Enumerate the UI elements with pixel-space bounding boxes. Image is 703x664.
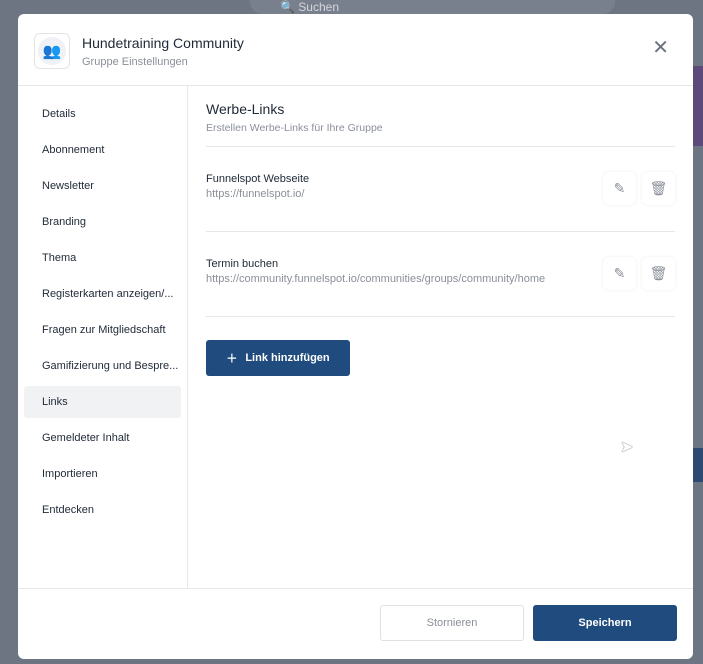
- settings-sidebar: Details Abonnement Newsletter Branding T…: [18, 86, 188, 588]
- modal-title: Hundetraining Community: [82, 35, 244, 51]
- mouse-cursor-icon: ➤: [620, 439, 634, 456]
- plus-icon: ＋: [226, 353, 238, 365]
- trash-icon[interactable]: 🗑: [642, 257, 675, 290]
- section-subtitle: Erstellen Werbe-Links für Ihre Gruppe: [206, 122, 675, 147]
- sidebar-item-links[interactable]: Links: [24, 386, 181, 418]
- link-name: Termin buchen: [206, 258, 279, 270]
- modal-subtitle: Gruppe Einstellungen: [82, 56, 188, 68]
- trash-icon[interactable]: 🗑: [642, 172, 675, 205]
- sidebar-item-newsletter[interactable]: Newsletter: [24, 170, 181, 202]
- background-search: 🔍 Suchen: [250, 0, 615, 14]
- group-avatar: 👥: [34, 33, 70, 69]
- sidebar-item-importieren[interactable]: Importieren: [24, 458, 181, 490]
- edit-icon[interactable]: ✎: [603, 172, 636, 205]
- sidebar-item-registerkarten[interactable]: Registerkarten anzeigen/...: [24, 278, 181, 310]
- close-icon[interactable]: ✕: [652, 38, 669, 58]
- save-button[interactable]: Speichern: [533, 605, 677, 641]
- background-banner: [692, 66, 703, 146]
- edit-icon[interactable]: ✎: [603, 257, 636, 290]
- sidebar-item-fragen[interactable]: Fragen zur Mitgliedschaft: [24, 314, 181, 346]
- add-link-label: Link hinzufügen: [245, 352, 330, 364]
- link-row: Funnelspot Webseite https://funnelspot.i…: [206, 147, 675, 232]
- sidebar-item-gemeldeter-inhalt[interactable]: Gemeldeter Inhalt: [24, 422, 181, 454]
- search-icon: 🔍: [280, 0, 295, 14]
- sidebar-item-details[interactable]: Details: [24, 98, 181, 130]
- link-row: Termin buchen https://community.funnelsp…: [206, 232, 675, 317]
- link-name: Funnelspot Webseite: [206, 173, 310, 185]
- links-panel: Werbe-Links Erstellen Werbe-Links für Ih…: [206, 86, 675, 376]
- link-url: https://community.funnelspot.io/communit…: [206, 273, 546, 285]
- add-link-button[interactable]: ＋ Link hinzufügen: [206, 340, 350, 376]
- sidebar-item-thema[interactable]: Thema: [24, 242, 181, 274]
- cancel-button[interactable]: Stornieren: [380, 605, 524, 641]
- section-title: Werbe-Links: [206, 101, 285, 117]
- sidebar-item-entdecken[interactable]: Entdecken: [24, 494, 181, 526]
- sidebar-item-branding[interactable]: Branding: [24, 206, 181, 238]
- group-settings-modal: 👥 Hundetraining Community Gruppe Einstel…: [18, 14, 693, 659]
- search-placeholder: Suchen: [298, 0, 339, 14]
- modal-footer: Stornieren Speichern: [18, 588, 693, 659]
- modal-header: 👥 Hundetraining Community Gruppe Einstel…: [18, 14, 693, 86]
- sidebar-item-abonnement[interactable]: Abonnement: [24, 134, 181, 166]
- group-icon: 👥: [38, 37, 66, 65]
- sidebar-item-gamifizierung[interactable]: Gamifizierung und Bespre...: [24, 350, 181, 382]
- link-url: https://funnelspot.io/: [206, 188, 305, 200]
